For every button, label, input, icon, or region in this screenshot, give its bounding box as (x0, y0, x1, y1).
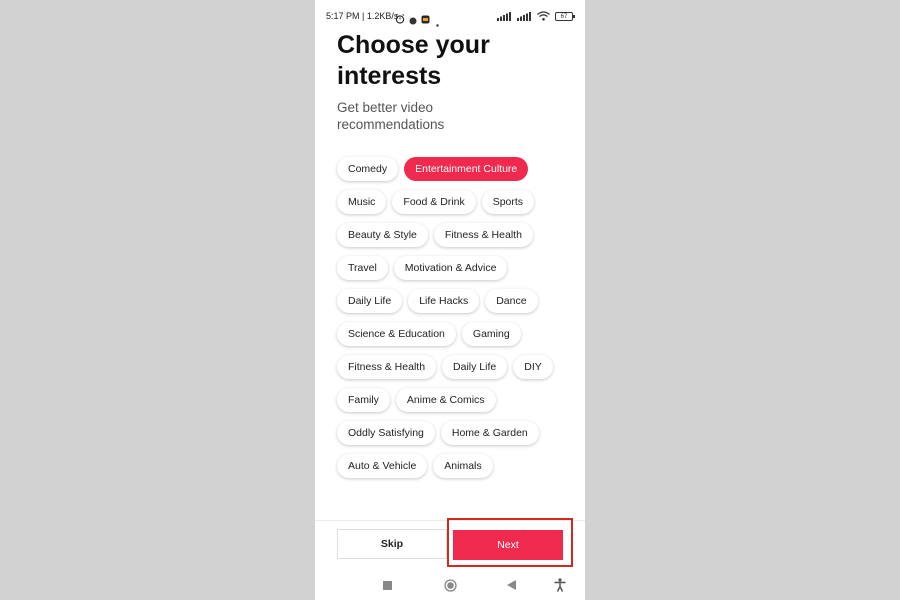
recent-apps-icon[interactable] (379, 577, 395, 593)
interest-chip[interactable]: Fitness & Health (433, 223, 533, 247)
interest-chip[interactable]: Animals (433, 454, 493, 478)
bottom-action-bar: Skip Next (315, 518, 585, 571)
chip-row: Beauty & Style Fitness & Health (337, 223, 577, 247)
page-title: Choose your interests (337, 31, 490, 90)
skip-button[interactable]: Skip (337, 529, 447, 559)
alarm-icon (395, 11, 405, 29)
chip-row: Auto & Vehicle Animals (337, 454, 577, 478)
chip-row: Travel Motivation & Advice (337, 256, 577, 280)
status-bar: 5:17 PM | 1.2KB/s 67 (315, 0, 585, 32)
back-icon[interactable] (503, 577, 519, 593)
wifi-icon (537, 11, 550, 21)
signal-icon (517, 11, 532, 21)
interest-chip[interactable]: Sports (481, 190, 535, 214)
interest-chip[interactable]: Anime & Comics (395, 388, 496, 412)
interest-chip[interactable]: Motivation & Advice (393, 256, 508, 280)
chip-row: Family Anime & Comics (337, 388, 577, 412)
interest-chip[interactable]: Entertainment Culture (404, 157, 529, 181)
app-notification-icon (421, 11, 430, 29)
interest-chip[interactable]: Family (337, 388, 390, 412)
chip-row: Comedy Entertainment Culture (337, 157, 577, 181)
battery-icon: 67 (555, 11, 575, 21)
chip-row: Daily Life Life Hacks Dance (337, 289, 577, 313)
interest-chip[interactable]: Auto & Vehicle (337, 454, 428, 478)
interest-chip[interactable]: Oddly Satisfying (337, 421, 435, 445)
interest-chip[interactable]: Comedy (337, 157, 399, 181)
chip-row: Music Food & Drink Sports (337, 190, 577, 214)
interest-chip[interactable]: Fitness & Health (337, 355, 437, 379)
chip-row: Fitness & Health Daily Life DIY (337, 355, 577, 379)
interest-chip[interactable]: Beauty & Style (337, 223, 428, 247)
interest-chip[interactable]: Life Hacks (408, 289, 480, 313)
interest-chip[interactable]: Gaming (461, 322, 521, 346)
circle-notification-icon (409, 12, 417, 30)
interest-chip[interactable]: Home & Garden (440, 421, 539, 445)
next-button[interactable]: Next (453, 530, 563, 560)
interest-chip[interactable]: Science & Education (337, 322, 456, 346)
interest-chip[interactable]: Dance (485, 289, 538, 313)
signal-icon (497, 11, 512, 21)
interest-chip[interactable]: Daily Life (442, 355, 508, 379)
interest-chip[interactable]: DIY (513, 355, 553, 379)
interest-chip[interactable]: Travel (337, 256, 388, 280)
interest-chip[interactable]: Food & Drink (392, 190, 476, 214)
page-subtitle: Get better video recommendations (337, 100, 445, 132)
chip-row: Science & Education Gaming (337, 322, 577, 346)
interest-chip[interactable]: Daily Life (337, 289, 403, 313)
home-icon[interactable] (442, 577, 458, 593)
interest-chip[interactable]: Music (337, 190, 387, 214)
chip-row: Oddly Satisfying Home & Garden (337, 421, 577, 445)
status-icons: 67 (497, 10, 575, 22)
status-time-speed: 5:17 PM | 1.2KB/s (326, 11, 399, 21)
accessibility-icon[interactable] (552, 577, 568, 593)
system-nav-bar (315, 570, 585, 600)
phone-screen: 5:17 PM | 1.2KB/s 67 Choose your interes… (315, 0, 585, 600)
interest-chips: Comedy Entertainment Culture Music Food & D… (337, 157, 577, 487)
